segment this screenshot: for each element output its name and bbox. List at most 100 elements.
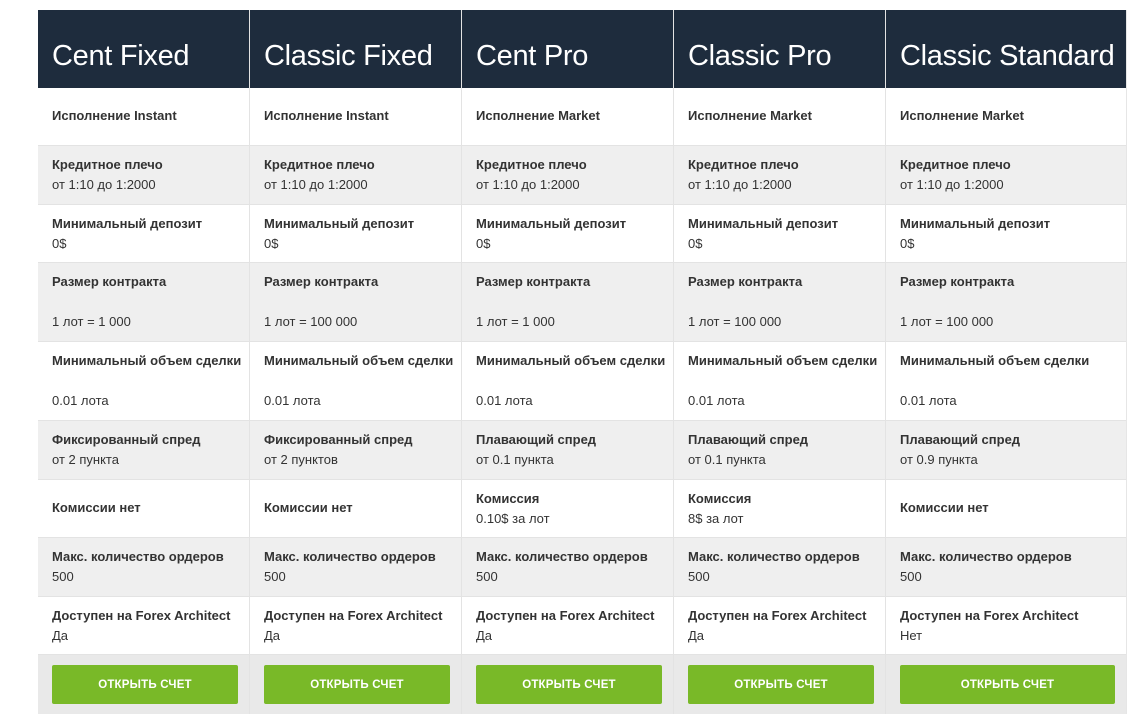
contract-size-row: Размер контракта 1 лот = 100 000	[250, 263, 461, 342]
max-orders-row: Макс. количество ордеров 500	[250, 538, 461, 597]
commission-label: Комиссии нет	[900, 500, 989, 515]
plan-title: Classic Standard	[886, 10, 1126, 88]
plan-title: Cent Pro	[462, 10, 673, 88]
leverage-label: Кредитное плечо	[688, 157, 799, 172]
execution-label: Исполнение Instant	[264, 108, 389, 123]
plan-title: Classic Fixed	[250, 10, 461, 88]
forex-architect-label: Доступен на Forex Architect	[900, 608, 1079, 623]
forex-architect-label: Доступен на Forex Architect	[264, 608, 443, 623]
forex-architect-label: Доступен на Forex Architect	[52, 608, 231, 623]
execution-label: Исполнение Market	[688, 108, 812, 123]
leverage-value: от 1:10 до 1:2000	[688, 177, 792, 192]
contract-size-label: Размер контракта	[476, 274, 591, 289]
leverage-row: Кредитное плечо от 1:10 до 1:2000	[462, 146, 673, 205]
max-orders-label: Макс. количество ордеров	[52, 549, 224, 564]
contract-size-label: Размер контракта	[52, 274, 167, 289]
min-volume-value: 0.01 лота	[52, 393, 109, 408]
commission-row: Комиссии нет	[250, 480, 461, 538]
commission-value: 0.10$ за лот	[476, 511, 550, 526]
spread-row: Плавающий спред от 0.1 пункта	[674, 421, 885, 480]
min-deposit-value: 0$	[52, 236, 67, 251]
plan-column-cent-fixed: Cent Fixed Исполнение Instant Кредитное …	[38, 10, 250, 714]
commission-label: Комиссия	[476, 491, 540, 506]
min-deposit-row: Минимальный депозит 0$	[886, 205, 1126, 263]
forex-architect-row: Доступен на Forex Architect Да	[674, 597, 885, 655]
contract-size-label: Размер контракта	[688, 274, 803, 289]
open-account-button[interactable]: ОТКРЫТЬ СЧЕТ	[264, 665, 450, 704]
forex-architect-label: Доступен на Forex Architect	[688, 608, 867, 623]
commission-row: Комиссии нет	[38, 480, 249, 538]
forex-architect-row: Доступен на Forex Architect Да	[462, 597, 673, 655]
open-account-button[interactable]: ОТКРЫТЬ СЧЕТ	[900, 665, 1115, 704]
contract-size-value: 1 лот = 1 000	[476, 314, 555, 329]
leverage-value: от 1:10 до 1:2000	[476, 177, 580, 192]
min-deposit-value: 0$	[688, 236, 703, 251]
min-volume-value: 0.01 лота	[900, 393, 957, 408]
min-volume-value: 0.01 лота	[688, 393, 745, 408]
max-orders-row: Макс. количество ордеров 500	[462, 538, 673, 597]
max-orders-row: Макс. количество ордеров 500	[38, 538, 249, 597]
commission-value: 8$ за лот	[688, 511, 744, 526]
open-account-button[interactable]: ОТКРЫТЬ СЧЕТ	[476, 665, 662, 704]
execution-row: Исполнение Instant	[38, 88, 249, 146]
spread-row: Фиксированный спред от 2 пункта	[38, 421, 249, 480]
leverage-label: Кредитное плечо	[476, 157, 587, 172]
commission-label: Комиссия	[688, 491, 752, 506]
commission-row: Комиссия 0.10$ за лот	[462, 480, 673, 538]
plan-column-cent-pro: Cent Pro Исполнение Market Кредитное пле…	[462, 10, 674, 714]
max-orders-value: 500	[476, 569, 498, 584]
max-orders-value: 500	[688, 569, 710, 584]
leverage-value: от 1:10 до 1:2000	[264, 177, 368, 192]
forex-architect-row: Доступен на Forex Architect Нет	[886, 597, 1126, 655]
spread-value: от 0.1 пункта	[476, 452, 554, 467]
leverage-row: Кредитное плечо от 1:10 до 1:2000	[886, 146, 1126, 205]
spread-value: от 0.9 пункта	[900, 452, 978, 467]
forex-architect-label: Доступен на Forex Architect	[476, 608, 655, 623]
max-orders-value: 500	[264, 569, 286, 584]
min-volume-row: Минимальный объем сделки 0.01 лота	[250, 342, 461, 421]
leverage-row: Кредитное плечо от 1:10 до 1:2000	[674, 146, 885, 205]
contract-size-label: Размер контракта	[900, 274, 1015, 289]
spread-row: Плавающий спред от 0.1 пункта	[462, 421, 673, 480]
plan-title: Classic Pro	[674, 10, 885, 88]
forex-architect-value: Да	[476, 628, 493, 643]
spread-label: Фиксированный спред	[52, 432, 201, 447]
min-deposit-label: Минимальный депозит	[476, 216, 627, 231]
open-account-button[interactable]: ОТКРЫТЬ СЧЕТ	[52, 665, 238, 704]
commission-label: Комиссии нет	[264, 500, 353, 515]
contract-size-row: Размер контракта 1 лот = 1 000	[38, 263, 249, 342]
leverage-label: Кредитное плечо	[264, 157, 375, 172]
account-comparison-table: Cent Fixed Исполнение Instant Кредитное …	[38, 10, 1127, 714]
leverage-value: от 1:10 до 1:2000	[900, 177, 1004, 192]
execution-row: Исполнение Instant	[250, 88, 461, 146]
spread-value: от 2 пункта	[52, 452, 119, 467]
forex-architect-value: Да	[688, 628, 705, 643]
execution-row: Исполнение Market	[674, 88, 885, 146]
contract-size-value: 1 лот = 100 000	[264, 314, 358, 329]
leverage-row: Кредитное плечо от 1:10 до 1:2000	[38, 146, 249, 205]
spread-row: Фиксированный спред от 2 пунктов	[250, 421, 461, 480]
forex-architect-value: Да	[264, 628, 281, 643]
max-orders-label: Макс. количество ордеров	[264, 549, 436, 564]
min-deposit-row: Минимальный депозит 0$	[674, 205, 885, 263]
min-deposit-value: 0$	[264, 236, 279, 251]
commission-row: Комиссии нет	[886, 480, 1126, 538]
min-deposit-label: Минимальный депозит	[688, 216, 839, 231]
min-deposit-row: Минимальный депозит 0$	[38, 205, 249, 263]
commission-label: Комиссии нет	[52, 500, 141, 515]
plan-column-classic-fixed: Classic Fixed Исполнение Instant Кредитн…	[250, 10, 462, 714]
min-volume-label: Минимальный объем сделки	[688, 353, 878, 368]
max-orders-row: Макс. количество ордеров 500	[886, 538, 1126, 597]
plan-title: Cent Fixed	[38, 10, 249, 88]
plan-column-classic-pro: Classic Pro Исполнение Market Кредитное …	[674, 10, 886, 714]
plan-column-classic-standard: Classic Standard Исполнение Market Креди…	[886, 10, 1127, 714]
leverage-row: Кредитное плечо от 1:10 до 1:2000	[250, 146, 461, 205]
open-account-button[interactable]: ОТКРЫТЬ СЧЕТ	[688, 665, 874, 704]
forex-architect-value: Нет	[900, 628, 923, 643]
execution-label: Исполнение Market	[900, 108, 1024, 123]
contract-size-value: 1 лот = 1 000	[52, 314, 131, 329]
spread-row: Плавающий спред от 0.9 пункта	[886, 421, 1126, 480]
min-deposit-label: Минимальный депозит	[52, 216, 203, 231]
min-deposit-row: Минимальный депозит 0$	[250, 205, 461, 263]
spread-value: от 0.1 пункта	[688, 452, 766, 467]
